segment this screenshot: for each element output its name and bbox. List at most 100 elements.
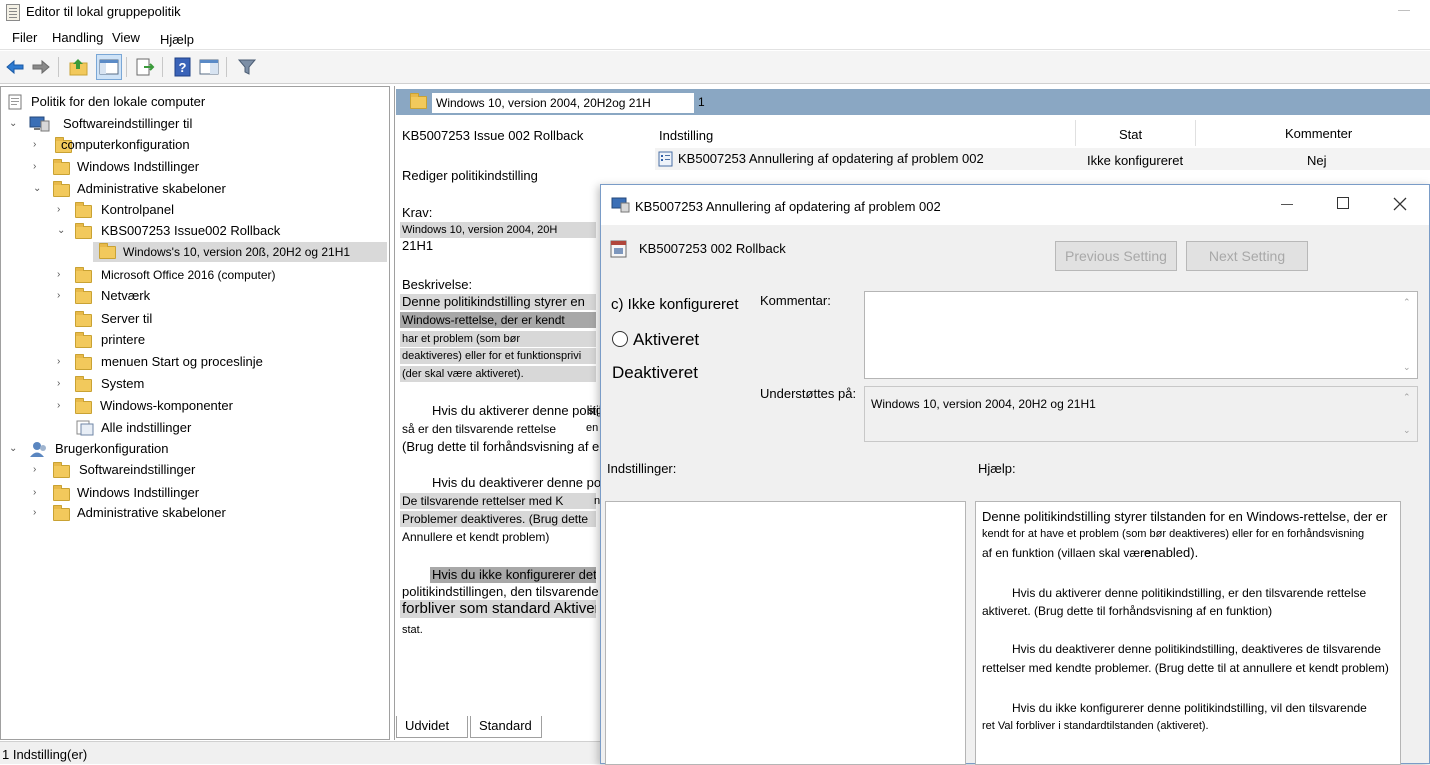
tree-label-windows-version: Windows's 10, version 20ß, 20H2 og 21H1 — [123, 245, 351, 259]
help-text-line: ret Val forbliver i standardtilstanden (… — [982, 720, 1209, 732]
description-line: har et problem (som bør — [400, 331, 596, 347]
dialog-subtitle: KB5007253 002 Rollback — [639, 241, 786, 256]
folder-icon — [75, 202, 92, 218]
description-line: politikindstillingen, den tilsvarende — [402, 584, 599, 599]
radio-disabled-label[interactable]: Deaktiveret — [612, 363, 698, 383]
folder-open-icon — [99, 243, 116, 259]
minimize-icon[interactable] — [1281, 204, 1293, 205]
help-icon[interactable]: ? — [172, 56, 194, 78]
comment-textarea[interactable]: ⌃ ⌄ — [864, 291, 1418, 379]
supported-on-field: Windows 10, version 2004, 20H2 og 21H1 ⌃… — [864, 386, 1418, 442]
tree-label-office: Microsoft Office 2016 (computer) — [101, 268, 276, 282]
tab-extended[interactable]: Udvidet — [396, 716, 468, 738]
toolbar: ? — [0, 51, 1430, 84]
next-setting-button[interactable]: Next Setting — [1186, 241, 1308, 271]
previous-setting-button[interactable]: Previous Setting — [1055, 241, 1177, 271]
scrollbar[interactable]: ⌃ ⌄ — [1399, 388, 1416, 440]
menu-help[interactable]: Hjælp — [160, 32, 194, 47]
edit-policy-link[interactable]: Rediger politikindstilling — [402, 168, 538, 184]
folder-icon — [75, 354, 92, 370]
folder-icon — [75, 223, 92, 239]
tree-label-user-windows: Windows Indstillinger — [77, 485, 200, 500]
close-icon[interactable] — [1393, 197, 1407, 211]
svg-text:?: ? — [179, 60, 187, 75]
tree-label-start-menu: menuen Start og proceslinje — [101, 354, 263, 369]
tree-node-windows-version[interactable]: Windows's 10, version 20ß, 20H2 og 21H1 — [93, 242, 387, 262]
menu-file[interactable]: Filer — [12, 30, 37, 45]
description-line: De tilsvarende rettelser med K — [400, 493, 596, 509]
column-header-setting[interactable]: Indstilling — [659, 128, 713, 143]
help-text-line: Hvis du deaktiverer denne politikindstil… — [1012, 642, 1381, 656]
menu-action[interactable]: Handling — [52, 30, 103, 45]
policy-title: KB5007253 Issue 002 Rollback — [402, 128, 584, 143]
folder-icon — [53, 159, 70, 175]
description-line: Denne politikindstilling styrer en — [400, 294, 596, 310]
table-row[interactable]: KB5007253 Annullering af opdatering af p… — [655, 148, 1430, 170]
scrollbar[interactable]: ⌃ ⌄ — [1399, 293, 1416, 377]
column-header-comment[interactable]: Kommenter — [1285, 126, 1352, 141]
tree-label-computer-config: Softwareindstillinger til — [63, 116, 193, 131]
tree-label-user-admin: Administrative skabeloner — [77, 505, 226, 520]
tree-label-windows-settings: Windows Indstillinger — [77, 159, 200, 174]
folder-icon — [75, 311, 92, 327]
description-line: Hvis du aktiverer denne politik, — [432, 403, 610, 418]
user-icon — [30, 442, 46, 457]
comment-label: Kommentar: — [760, 293, 831, 308]
description-line: forbliver som standard Aktiver — [400, 600, 596, 618]
folder-icon — [53, 462, 70, 478]
chevron-down-icon[interactable]: ⌄ — [9, 114, 19, 134]
up-folder-icon[interactable] — [68, 56, 90, 78]
export-list-icon[interactable] — [134, 56, 156, 78]
tree-label-all-settings: Alle indstillinger — [101, 420, 192, 435]
folder-icon — [410, 93, 427, 109]
title-bar: Editor til lokal gruppepolitik — [0, 0, 1430, 26]
menu-bar: Filer Handling View Hjælp — [0, 26, 1430, 50]
folder-icon — [53, 505, 70, 521]
app-icon — [6, 4, 20, 21]
help-text-line: enabled). — [1144, 545, 1199, 560]
tree-label-admin-templates: Administrative skabeloner — [77, 181, 226, 196]
radio-not-configured[interactable]: c) Ikke konfigureret — [611, 296, 739, 313]
overlap-fragment: en — [586, 422, 599, 434]
forward-icon[interactable] — [30, 56, 52, 78]
help-text-line: rettelser med kendte problemer. (Brug de… — [982, 661, 1389, 675]
menu-view[interactable]: View — [112, 30, 140, 45]
help-text-line: kendt for at have et problem (som bør de… — [982, 528, 1365, 540]
folder-icon — [75, 332, 92, 348]
view-tabs: Udvidet Standard — [396, 716, 616, 740]
details-header-title: Windows 10, version 2004, 20H2og 21H — [432, 93, 694, 113]
description-line: så er den tilsvarende rettelse — [402, 422, 557, 436]
description-line: Annullere et kendt problem) — [402, 530, 550, 544]
maximize-icon[interactable] — [1337, 197, 1349, 209]
description-line: stat. — [402, 624, 423, 636]
show-hide-tree-icon[interactable] — [96, 54, 122, 80]
tree-label-software-settings: computerkonfiguration — [61, 137, 190, 152]
tree-label-kb-rollback: KBS007253 Issue002 Rollback — [101, 223, 281, 238]
supported-on-value: Windows 10, version 2004, 20H2 og 21H1 — [871, 397, 1096, 411]
radio-enabled-button[interactable] — [612, 331, 628, 347]
row-state: Ikke konfigureret — [1087, 153, 1184, 168]
window-title: Editor til lokal gruppepolitik — [26, 4, 181, 19]
policy-setting-icon — [610, 240, 627, 258]
description-line: deaktiveres) eller for et funktionsprivi — [400, 348, 596, 364]
tab-standard[interactable]: Standard — [470, 716, 542, 738]
filter-icon[interactable] — [236, 56, 258, 78]
properties-pane-icon[interactable] — [198, 56, 220, 78]
policy-setting-icon — [658, 151, 673, 167]
description-label: Beskrivelse: — [402, 277, 473, 292]
minimize-icon[interactable] — [1398, 10, 1410, 11]
tree-label-control-panel: Kontrolpanel — [101, 202, 174, 217]
tree-label-server: Server til — [101, 311, 153, 326]
status-text: 1 Indstilling(er) — [2, 747, 88, 762]
folder-icon — [53, 485, 70, 501]
radio-enabled-label[interactable]: Aktiveret — [633, 330, 699, 350]
tree-label-user-config: Brugerkonfiguration — [55, 441, 169, 456]
column-header-state[interactable]: Stat — [1119, 127, 1142, 142]
tree-label-user-software: Softwareindstillinger — [79, 462, 196, 477]
dialog-title-bar: KB5007253 Annullering af opdatering af p… — [601, 185, 1429, 225]
folder-icon — [75, 398, 92, 414]
back-icon[interactable] — [4, 56, 26, 78]
tree-label-printers: printere — [101, 332, 146, 347]
help-text-line: aktiveret. (Brug dette til forhåndsvisni… — [982, 604, 1273, 618]
requirements-value-2: 21H1 — [402, 238, 434, 253]
